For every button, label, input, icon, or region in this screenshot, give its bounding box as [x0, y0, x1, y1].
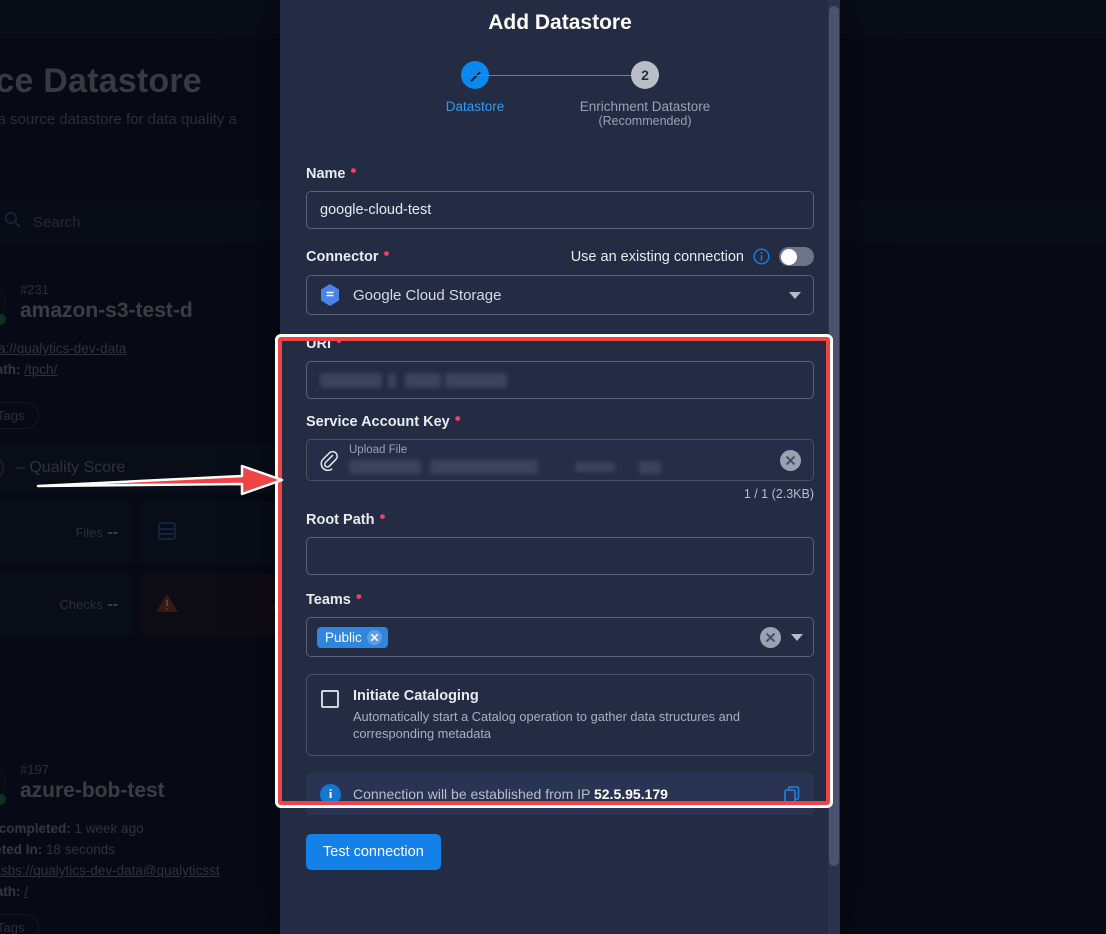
teams-multiselect[interactable]: Public: [306, 617, 814, 657]
step-enrichment-datastore[interactable]: 2 Enrichment Datastore (Recommended): [560, 61, 730, 128]
required-marker: •: [350, 161, 357, 180]
service-account-key-label: Service Account Key •: [306, 409, 814, 430]
clear-teams-button[interactable]: [760, 626, 781, 648]
upload-file-placeholder: Upload File: [349, 443, 408, 456]
modal-title: Add Datastore: [488, 11, 632, 34]
connector-label-text: Connector: [306, 248, 379, 265]
add-datastore-modal: Add Datastore Datastore 2 Enrichment Dat…: [280, 0, 840, 934]
annotation-arrow: [36, 462, 284, 498]
required-marker: •: [335, 331, 342, 350]
initiate-cataloging-title: Initiate Cataloging: [353, 688, 479, 704]
ip-notice-bar: i Connection will be established from IP…: [306, 773, 814, 815]
initiate-cataloging-description: Automatically start a Catalog operation …: [353, 709, 740, 741]
paperclip-icon: [319, 449, 338, 471]
uri-label-text: URI: [306, 336, 331, 352]
teams-label-text: Teams: [306, 592, 351, 608]
connector-label: Connector •: [306, 243, 390, 265]
required-marker: •: [355, 587, 362, 606]
required-marker: •: [383, 243, 390, 263]
google-cloud-storage-icon: [319, 283, 341, 307]
chevron-down-icon[interactable]: [791, 633, 803, 641]
teams-label: Teams •: [306, 587, 814, 608]
required-marker: •: [454, 409, 461, 428]
root-path-input[interactable]: [306, 537, 814, 575]
info-icon[interactable]: [753, 248, 770, 265]
step-1-label: Datastore: [445, 99, 505, 114]
step-2-sublabel: (Recommended): [598, 114, 692, 128]
name-input[interactable]: [306, 191, 814, 229]
connector-field-group: Connector • Use an existing connection G…: [306, 243, 814, 315]
info-icon: i: [320, 783, 341, 805]
step-2-label: Enrichment Datastore: [579, 99, 711, 114]
step-datastore[interactable]: Datastore: [390, 61, 645, 114]
uri-field-group: URI •: [306, 331, 814, 399]
clear-file-button[interactable]: [780, 449, 801, 471]
uri-input[interactable]: [306, 361, 814, 399]
root-path-field-group: Root Path •: [306, 507, 814, 575]
team-chip-label: Public: [325, 629, 362, 645]
ip-address: 52.5.95.179: [593, 786, 668, 802]
file-count-label: 1 / 1 (2.3KB): [743, 487, 814, 501]
chevron-down-icon[interactable]: [789, 291, 801, 299]
service-account-key-group: Service Account Key • Upload File 1 / 1 …: [306, 409, 814, 501]
name-field-group: Name •: [306, 161, 814, 229]
team-chip[interactable]: Public: [317, 626, 388, 648]
initiate-cataloging-checkbox[interactable]: [321, 690, 339, 708]
service-account-key-label-text: Service Account Key: [306, 414, 450, 430]
modal-scrollbar-thumb[interactable]: [829, 6, 839, 866]
ip-notice-text: Connection will be established from IP: [353, 786, 591, 802]
step-2-circle: 2: [631, 61, 659, 89]
existing-connection-label: Use an existing connection: [570, 248, 744, 265]
root-path-label: Root Path •: [306, 507, 814, 528]
remove-chip-icon[interactable]: [366, 629, 382, 645]
connector-select[interactable]: Google Cloud Storage: [306, 275, 814, 315]
use-existing-connection-toggle[interactable]: [779, 247, 814, 266]
initiate-cataloging-panel[interactable]: Initiate Cataloging Automatically start …: [306, 674, 814, 756]
teams-field-group: Teams • Public: [306, 587, 814, 657]
wizard-stepper: Datastore 2 Enrichment Datastore (Recomm…: [306, 61, 814, 128]
root-path-label-text: Root Path: [306, 512, 375, 528]
modal-scrollbar-track[interactable]: [828, 0, 840, 934]
test-connection-button[interactable]: Test connection: [306, 834, 441, 870]
name-label-text: Name: [306, 166, 346, 182]
name-label: Name •: [306, 161, 814, 182]
copy-icon[interactable]: [784, 785, 800, 803]
uri-label: URI •: [306, 331, 814, 352]
upload-file-field[interactable]: Upload File: [306, 439, 814, 481]
connector-selected-value: Google Cloud Storage: [353, 286, 502, 304]
required-marker: •: [379, 507, 386, 526]
